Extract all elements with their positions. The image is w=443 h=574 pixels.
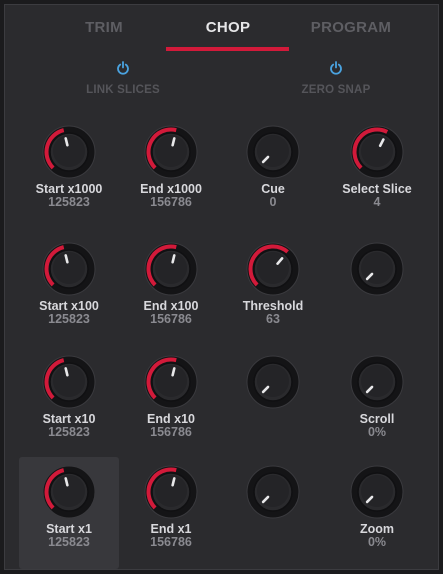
knob-cell-start-x100: Start x100 125823 xyxy=(19,234,119,346)
knob-value: 156786 xyxy=(150,312,192,326)
knob-cell-zoom: Zoom 0% xyxy=(327,457,427,569)
knob-cell-select-slice: Select Slice 4 xyxy=(327,117,427,229)
link-slices-toggle[interactable]: LINK SLICES xyxy=(58,61,188,96)
knob-start-x10[interactable] xyxy=(41,354,97,410)
knob-cell-threshold: Threshold 63 xyxy=(223,234,323,346)
knob-select-slice[interactable] xyxy=(349,124,405,180)
link-slices-label: LINK SLICES xyxy=(86,84,160,96)
knob-value: 63 xyxy=(266,312,280,326)
knob-cell-scroll: Scroll 0% xyxy=(327,347,427,459)
knob[interactable] xyxy=(245,464,301,520)
knob[interactable] xyxy=(349,241,405,297)
knob-cell-end-x1000: End x1000 156786 xyxy=(121,117,221,229)
knob-value: 0 xyxy=(269,195,277,209)
chop-panel: TRIM CHOP PROGRAM LINK SLICES ZERO SNAP … xyxy=(4,4,439,570)
knob-pointer xyxy=(64,477,69,487)
knob-cue[interactable] xyxy=(245,124,301,180)
knob-value: 0% xyxy=(367,425,387,439)
knob-start-x100[interactable] xyxy=(41,241,97,297)
knob-cell-end-x10: End x10 156786 xyxy=(121,347,221,459)
knob-start-x1[interactable] xyxy=(41,464,97,520)
knob-value: 125823 xyxy=(48,425,90,439)
knob-pointer xyxy=(171,477,176,487)
knob-zoom[interactable] xyxy=(349,464,405,520)
knob-pointer xyxy=(64,254,69,264)
knob-cell-empty-7 xyxy=(327,234,427,346)
knob-value: 156786 xyxy=(150,425,192,439)
knob-pointer xyxy=(171,254,176,264)
zero-snap-label: ZERO SNAP xyxy=(301,84,371,96)
knob-pointer xyxy=(171,367,176,377)
knob-scroll[interactable] xyxy=(349,354,405,410)
knob-cell-start-x1: Start x1 125823 xyxy=(19,457,119,569)
knob-cell-end-x1: End x1 156786 xyxy=(121,457,221,569)
knob-cell-end-x100: End x100 156786 xyxy=(121,234,221,346)
knob-value: 0% xyxy=(367,535,387,549)
knob-value: 4 xyxy=(373,195,381,209)
knob-cell-start-x10: Start x10 125823 xyxy=(19,347,119,459)
knob-cell-cue: Cue 0 xyxy=(223,117,323,229)
knob-value: 125823 xyxy=(48,195,90,209)
knob-value: 125823 xyxy=(48,535,90,549)
knob-pointer xyxy=(64,367,69,377)
knob-pointer xyxy=(64,137,69,147)
tab-bar: TRIM CHOP PROGRAM xyxy=(5,5,438,51)
power-icon xyxy=(330,61,342,75)
knob-end-x1000[interactable] xyxy=(143,124,199,180)
knob-value: 125823 xyxy=(48,312,90,326)
tab-program[interactable]: PROGRAM xyxy=(288,19,414,36)
knob-threshold[interactable] xyxy=(245,241,301,297)
tab-chop[interactable]: CHOP xyxy=(165,19,291,36)
knob-cell-empty-10 xyxy=(223,347,323,459)
knob-cell-empty-14 xyxy=(223,457,323,569)
knob-pointer xyxy=(171,137,176,147)
knob-end-x10[interactable] xyxy=(143,354,199,410)
knob-start-x1000[interactable] xyxy=(41,124,97,180)
tab-trim[interactable]: TRIM xyxy=(41,19,167,36)
knob[interactable] xyxy=(245,354,301,410)
zero-snap-toggle[interactable]: ZERO SNAP xyxy=(271,61,401,96)
knob-end-x100[interactable] xyxy=(143,241,199,297)
active-tab-indicator xyxy=(166,47,289,51)
knob-end-x1[interactable] xyxy=(143,464,199,520)
power-icon xyxy=(117,61,129,75)
knob-value: 156786 xyxy=(150,535,192,549)
knob-cell-start-x1000: Start x1000 125823 xyxy=(19,117,119,229)
knob-value: 156786 xyxy=(150,195,192,209)
